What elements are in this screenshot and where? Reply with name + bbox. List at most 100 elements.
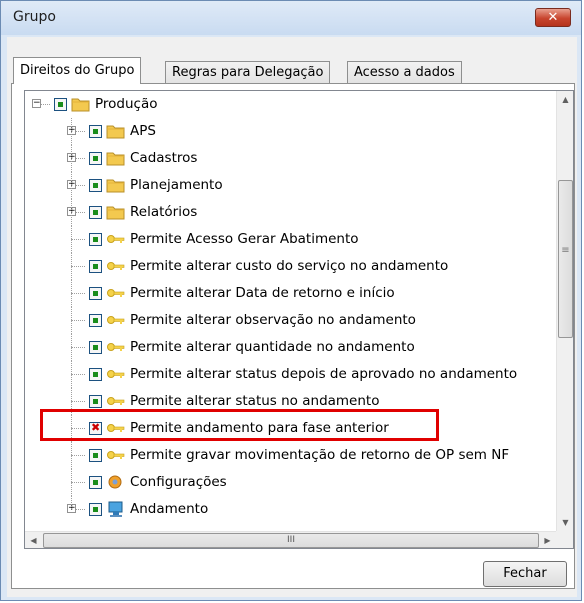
tree-item[interactable]: + Cadastros (25, 145, 555, 172)
computer-icon (106, 501, 126, 517)
tab-direitos-do-grupo[interactable]: Direitos do Grupo (13, 57, 142, 84)
window-title: Grupo (13, 9, 56, 25)
tree-item[interactable]: Permite alterar observação no andamento (25, 307, 555, 334)
check-mark-icon (93, 264, 98, 269)
tree-item[interactable]: + Relatórios (25, 199, 555, 226)
tree-item-label: Andamento (130, 501, 209, 517)
horizontal-scroll-thumb[interactable]: III (43, 533, 539, 548)
scrollbar-corner (556, 531, 573, 548)
tree-item-label: Planejamento (130, 177, 223, 193)
check-mark-icon (93, 210, 98, 215)
granted-checkbox[interactable] (89, 368, 102, 381)
tree-connector (41, 104, 50, 105)
check-mark-icon (93, 453, 98, 458)
granted-checkbox[interactable] (89, 260, 102, 273)
dialog-client: Direitos do Grupo Regras para Delegação … (7, 37, 577, 597)
key-icon (106, 393, 126, 409)
key-icon (106, 312, 126, 328)
tree-item[interactable]: Permite Acesso Gerar Abatimento (25, 226, 555, 253)
tree-connector (71, 280, 72, 307)
granted-checkbox[interactable] (89, 179, 102, 192)
check-mark-icon (93, 318, 98, 323)
tree-item[interactable]: + Andamento (25, 496, 555, 523)
title-bar[interactable]: Grupo ✕ (1, 1, 581, 35)
tree-rows: − Produção + APS + Cadastros + Planejamento + Rel… (25, 91, 555, 517)
check-mark-icon (58, 102, 63, 107)
tree-item-label: Permite gravar movimentação de retorno d… (130, 447, 510, 463)
tree-connector (71, 455, 85, 456)
key-icon (106, 447, 126, 463)
tree-connector (71, 145, 72, 172)
granted-checkbox[interactable] (89, 395, 102, 408)
tree-item[interactable]: + APS (25, 118, 555, 145)
fechar-button[interactable]: Fechar (483, 561, 567, 587)
tree-connector (71, 239, 85, 240)
tree-item-label: Permite alterar quantidade no andamento (130, 339, 415, 355)
granted-checkbox[interactable] (89, 233, 102, 246)
key-icon (106, 258, 126, 274)
tree-item[interactable]: Configurações (25, 469, 555, 496)
key-icon (106, 366, 126, 382)
granted-checkbox[interactable] (89, 287, 102, 300)
tree-connector (71, 496, 72, 509)
tree-item[interactable]: Permite alterar custo do serviço no anda… (25, 253, 555, 280)
tree-item[interactable]: Permite alterar Data de retorno e início (25, 280, 555, 307)
tab-regras-para-delegacao[interactable]: Regras para Delegação (165, 61, 331, 83)
close-icon: ✕ (547, 10, 559, 25)
tree-item-label: Permite alterar Data de retorno e início (130, 285, 395, 301)
check-mark-icon (93, 399, 98, 404)
horizontal-scrollbar[interactable]: ◀ III ▶ (25, 531, 556, 548)
annotation-highlight-box (40, 409, 439, 441)
tree-connector (76, 131, 85, 132)
collapse-icon[interactable]: − (32, 99, 41, 108)
granted-checkbox[interactable] (89, 125, 102, 138)
tree-item[interactable]: − Produção (25, 91, 555, 118)
tree-connector (71, 293, 85, 294)
check-mark-icon (93, 183, 98, 188)
grupo-window: Grupo ✕ Direitos do Grupo Regras para De… (0, 0, 582, 601)
check-mark-icon (93, 291, 98, 296)
tree-connector (71, 253, 72, 280)
folder-icon (106, 150, 126, 166)
check-mark-icon (93, 237, 98, 242)
tree-connector (71, 361, 72, 388)
granted-checkbox[interactable] (89, 206, 102, 219)
tree-item[interactable]: Permite alterar status depois de aprovad… (25, 361, 555, 388)
check-mark-icon (93, 129, 98, 134)
tree-connector (71, 347, 85, 348)
tree-connector (71, 320, 85, 321)
tree-item[interactable]: Permite gravar movimentação de retorno d… (25, 442, 555, 469)
folder-icon (106, 177, 126, 193)
scroll-grip-icon: ≡ (561, 245, 570, 256)
vertical-scrollbar[interactable]: ▲ ≡ ▼ (556, 91, 573, 531)
granted-checkbox[interactable] (89, 503, 102, 516)
granted-checkbox[interactable] (89, 152, 102, 165)
vertical-scroll-thumb[interactable]: ≡ (558, 180, 573, 338)
tab-acesso-a-dados[interactable]: Acesso a dados (347, 61, 462, 83)
tree-item[interactable]: Permite alterar quantidade no andamento (25, 334, 555, 361)
granted-checkbox[interactable] (54, 98, 67, 111)
tree-connector (71, 482, 85, 483)
key-icon (106, 339, 126, 355)
granted-checkbox[interactable] (89, 476, 102, 489)
tree-item-label: Permite alterar observação no andamento (130, 312, 416, 328)
tree-connector (76, 509, 85, 510)
tab-panel: − Produção + APS + Cadastros + Planejamento + Rel… (11, 83, 575, 589)
scroll-left-button[interactable]: ◀ (25, 532, 42, 548)
scroll-down-button[interactable]: ▼ (558, 514, 573, 531)
tree-connector (71, 374, 85, 375)
settings-icon (106, 474, 126, 490)
granted-checkbox[interactable] (89, 341, 102, 354)
tree-item[interactable]: + Planejamento (25, 172, 555, 199)
scroll-up-button[interactable]: ▲ (558, 91, 573, 108)
close-window-button[interactable]: ✕ (535, 8, 571, 27)
tree-connector (76, 185, 85, 186)
tree-connector (71, 172, 72, 199)
granted-checkbox[interactable] (89, 314, 102, 327)
check-mark-icon (93, 156, 98, 161)
scroll-right-button[interactable]: ▶ (539, 532, 556, 548)
granted-checkbox[interactable] (89, 449, 102, 462)
key-icon (106, 231, 126, 247)
tree-item-label: Relatórios (130, 204, 198, 220)
tree-connector (76, 212, 85, 213)
